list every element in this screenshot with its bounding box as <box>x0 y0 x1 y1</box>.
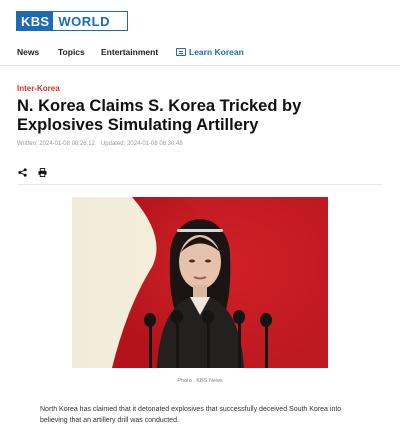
written-date: Written: 2024-01-08 08:26:12 <box>17 141 95 147</box>
logo-kbs-text: KBS <box>17 12 54 30</box>
nav-item-learn-korean-label: Learn Korean <box>189 47 244 57</box>
kbs-world-logo[interactable]: KBS WORLD <box>16 11 128 31</box>
main-nav: News Topics Entertainment Learn Korean <box>0 40 400 66</box>
article-photo <box>72 197 328 368</box>
nav-item-news[interactable]: News <box>17 47 39 57</box>
nav-item-topics[interactable]: Topics <box>58 47 85 57</box>
book-icon <box>176 48 186 56</box>
share-icon[interactable] <box>17 167 27 177</box>
logo-world-text: WORLD <box>58 13 110 29</box>
print-icon[interactable] <box>37 167 47 177</box>
updated-date: Updated: 2024-01-08 08:30:48 <box>100 141 183 147</box>
photo-caption: Photo : KBS News <box>177 378 223 384</box>
article-body: North Korea has claimed that it detonate… <box>40 406 342 424</box>
divider <box>17 184 383 185</box>
nav-item-learn-korean[interactable]: Learn Korean <box>176 47 244 57</box>
article-category[interactable]: Inter-Korea <box>17 84 60 93</box>
article-title: N. Korea Claims S. Korea Tricked by Expl… <box>17 97 302 134</box>
article-dates: Written: 2024-01-08 08:26:12 Updated: 20… <box>17 141 183 147</box>
site-header: KBS WORLD <box>0 0 400 40</box>
nav-item-entertainment[interactable]: Entertainment <box>101 47 158 57</box>
article-tools <box>17 167 47 177</box>
